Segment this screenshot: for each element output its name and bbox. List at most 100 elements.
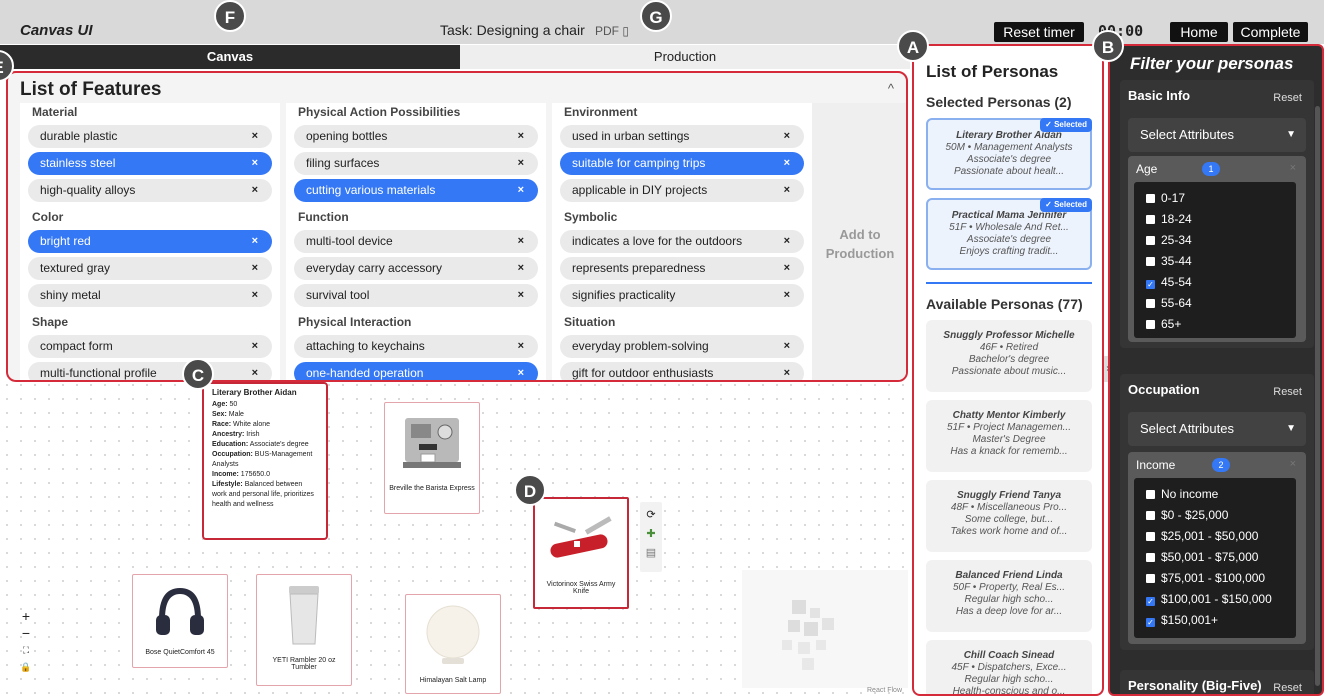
close-icon[interactable]: ×: [1290, 458, 1296, 470]
remove-icon[interactable]: ×: [518, 179, 524, 202]
reset-button[interactable]: Reset: [1273, 682, 1302, 694]
persona-info-node[interactable]: Literary Brother Aidan Age: 50 Sex: Male…: [202, 382, 328, 540]
feature-chip[interactable]: high-quality alloys ×: [28, 179, 272, 202]
selected-persona-card[interactable]: ✓ Selected Literary Brother Aidan 50M • …: [926, 118, 1092, 190]
feature-chip[interactable]: represents preparedness ×: [560, 257, 804, 280]
zoom-in-button[interactable]: +: [18, 608, 34, 625]
option-checkbox[interactable]: No income: [1134, 484, 1296, 505]
available-persona-card[interactable]: Snuggly Friend Tanya 48F • Miscellaneous…: [926, 480, 1092, 552]
remove-icon[interactable]: ×: [784, 230, 790, 253]
product-node-knife[interactable]: Victorinox Swiss Army Knife: [533, 497, 629, 609]
close-icon[interactable]: ×: [1290, 162, 1296, 174]
product-node-lamp[interactable]: Himalayan Salt Lamp: [405, 594, 501, 694]
remove-icon[interactable]: ×: [518, 230, 524, 253]
refresh-icon[interactable]: ⟳: [640, 508, 662, 521]
option-checkbox[interactable]: 55-64: [1134, 293, 1296, 314]
remove-icon[interactable]: ×: [518, 257, 524, 280]
lock-icon[interactable]: 🔒: [18, 659, 34, 676]
feature-chip[interactable]: multi-tool device ×: [294, 230, 538, 253]
available-persona-card[interactable]: Chill Coach Sinead 45F • Dispatchers, Ex…: [926, 640, 1092, 694]
product-node-tumbler[interactable]: YETI Rambler 20 oz Tumbler: [256, 574, 352, 686]
remove-icon[interactable]: ×: [784, 335, 790, 358]
tab-canvas[interactable]: Canvas: [0, 45, 460, 69]
collapse-icon[interactable]: ^: [888, 81, 894, 96]
option-checkbox[interactable]: 0-17: [1134, 188, 1296, 209]
remove-icon[interactable]: ×: [252, 125, 258, 148]
remove-icon[interactable]: ×: [784, 152, 790, 175]
feature-chip[interactable]: used in urban settings ×: [560, 125, 804, 148]
option-checkbox[interactable]: 35-44: [1134, 251, 1296, 272]
feature-chip[interactable]: everyday problem-solving ×: [560, 335, 804, 358]
option-checkbox[interactable]: $75,001 - $100,000: [1134, 568, 1296, 589]
feature-chip-selected[interactable]: suitable for camping trips ×: [560, 152, 804, 175]
remove-icon[interactable]: ×: [252, 335, 258, 358]
zoom-out-button[interactable]: −: [18, 625, 34, 642]
selected-persona-card[interactable]: ✓ Selected Practical Mama Jennifer 51F •…: [926, 198, 1092, 270]
feature-chip-selected[interactable]: bright red ×: [28, 230, 272, 253]
option-checkbox[interactable]: $25,001 - $50,000: [1134, 526, 1296, 547]
remove-icon[interactable]: ×: [252, 257, 258, 280]
feature-chip[interactable]: shiny metal ×: [28, 284, 272, 307]
home-button[interactable]: Home: [1170, 22, 1228, 42]
react-flow-attribution[interactable]: React Flow: [867, 687, 902, 694]
remove-icon[interactable]: ×: [784, 257, 790, 280]
option-checkbox[interactable]: 18-24: [1134, 209, 1296, 230]
feature-chip[interactable]: attaching to keychains ×: [294, 335, 538, 358]
product-node-espresso[interactable]: Breville the Barista Express: [384, 402, 480, 514]
remove-icon[interactable]: ×: [784, 362, 790, 380]
pdf-link[interactable]: PDF ▯: [595, 24, 629, 38]
remove-icon[interactable]: ×: [784, 284, 790, 307]
tab-production[interactable]: Production: [460, 45, 910, 69]
complete-button[interactable]: Complete: [1233, 22, 1308, 42]
feature-chip[interactable]: indicates a love for the outdoors ×: [560, 230, 804, 253]
option-checkbox[interactable]: $50,001 - $75,000: [1134, 547, 1296, 568]
remove-icon[interactable]: ×: [252, 152, 258, 175]
remove-icon[interactable]: ×: [518, 284, 524, 307]
remove-icon[interactable]: ×: [518, 362, 524, 380]
reset-button[interactable]: Reset: [1273, 386, 1302, 398]
remove-icon[interactable]: ×: [252, 284, 258, 307]
select-attributes-dropdown[interactable]: Select Attributes ▼: [1128, 118, 1306, 152]
available-persona-card[interactable]: Balanced Friend Linda 50F • Property, Re…: [926, 560, 1092, 632]
filter-scrollbar[interactable]: [1315, 106, 1320, 686]
option-checkbox-checked[interactable]: ✓ $150,001+: [1134, 610, 1296, 631]
feature-chip[interactable]: applicable in DIY projects ×: [560, 179, 804, 202]
remove-icon[interactable]: ×: [518, 335, 524, 358]
fit-view-icon[interactable]: ⛶: [18, 642, 34, 659]
feature-chip[interactable]: compact form ×: [28, 335, 272, 358]
feature-chip[interactable]: gift for outdoor enthusiasts ×: [560, 362, 804, 380]
feature-chip[interactable]: signifies practicality ×: [560, 284, 804, 307]
remove-icon[interactable]: ×: [784, 125, 790, 148]
option-checkbox[interactable]: 65+: [1134, 314, 1296, 335]
reset-button[interactable]: Reset: [1273, 92, 1302, 104]
option-checkbox[interactable]: 25-34: [1134, 230, 1296, 251]
minimap[interactable]: [742, 570, 908, 688]
add-to-production-button[interactable]: Add to Production: [812, 103, 906, 380]
remove-icon[interactable]: ×: [784, 179, 790, 202]
option-checkbox-checked[interactable]: ✓ $100,001 - $150,000: [1134, 589, 1296, 610]
trash-icon[interactable]: ▤: [640, 546, 662, 559]
feature-chip-selected[interactable]: cutting various materials ×: [294, 179, 538, 202]
remove-icon[interactable]: ×: [252, 230, 258, 253]
remove-icon[interactable]: ×: [518, 125, 524, 148]
feature-chip[interactable]: filing surfaces ×: [294, 152, 538, 175]
feature-chip[interactable]: durable plastic ×: [28, 125, 272, 148]
select-attributes-dropdown[interactable]: Select Attributes ▼: [1128, 412, 1306, 446]
option-checkbox[interactable]: $0 - $25,000: [1134, 505, 1296, 526]
available-persona-card[interactable]: Chatty Mentor Kimberly 51F • Project Man…: [926, 400, 1092, 472]
feature-chip[interactable]: everyday carry accessory ×: [294, 257, 538, 280]
remove-icon[interactable]: ×: [252, 179, 258, 202]
feature-chip[interactable]: survival tool ×: [294, 284, 538, 307]
available-persona-card[interactable]: Snuggly Professor Michelle 46F • Retired…: [926, 320, 1092, 392]
puzzle-icon[interactable]: ✚: [640, 527, 662, 540]
product-node-headphones[interactable]: Bose QuietComfort 45: [132, 574, 228, 668]
feature-chip-selected[interactable]: one-handed operation ×: [294, 362, 538, 380]
reset-timer-button[interactable]: Reset timer: [994, 22, 1084, 42]
feature-chip[interactable]: multi-functional profile ×: [28, 362, 272, 380]
remove-icon[interactable]: ×: [252, 362, 258, 380]
feature-chip[interactable]: textured gray ×: [28, 257, 272, 280]
feature-chip-selected[interactable]: stainless steel ×: [28, 152, 272, 175]
option-checkbox-checked[interactable]: ✓ 45-54: [1134, 272, 1296, 293]
remove-icon[interactable]: ×: [518, 152, 524, 175]
feature-chip[interactable]: opening bottles ×: [294, 125, 538, 148]
